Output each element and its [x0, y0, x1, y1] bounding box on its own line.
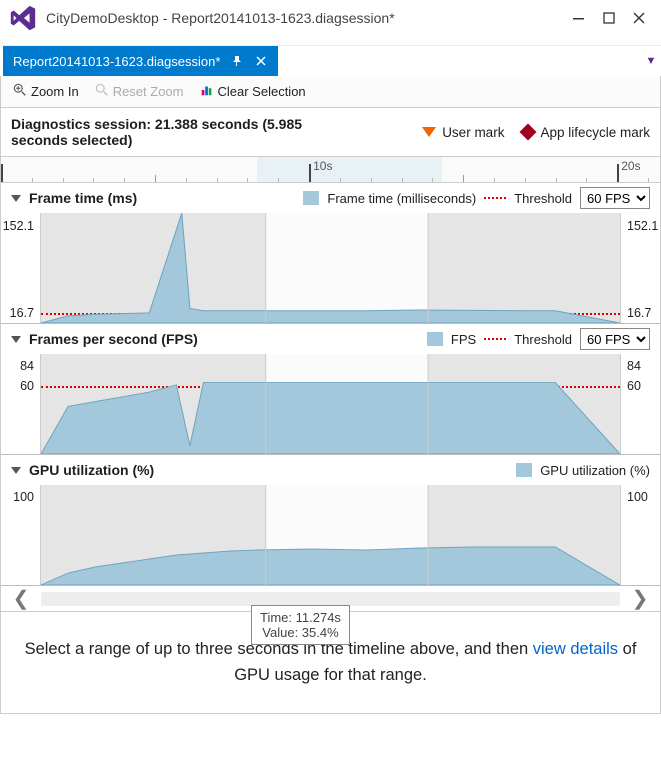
document-tab-row: Report20141013-1623.diagsession* ▼ — [0, 46, 661, 76]
zoom-in-button[interactable]: Zoom In — [9, 81, 83, 102]
minimize-button[interactable] — [565, 7, 593, 29]
timeline-ruler[interactable]: 10s20s — [1, 157, 660, 183]
tab-label: Report20141013-1623.diagsession* — [13, 54, 220, 69]
user-mark-label: User mark — [442, 125, 504, 140]
y-axis-right: 100 — [620, 485, 660, 585]
close-button[interactable] — [625, 7, 653, 29]
gpu-chart[interactable] — [41, 485, 620, 585]
panel-title: GPU utilization (%) — [29, 462, 154, 478]
lifecycle-mark-icon — [520, 124, 537, 141]
diagnostics-toolbar: Zoom In Reset Zoom Clear Selection — [0, 76, 661, 108]
fps-threshold-select[interactable]: 60 FPS — [580, 328, 650, 350]
session-info-row: Diagnostics session: 21.388 seconds (5.9… — [1, 108, 660, 157]
y-axis-left: 84 60 — [1, 354, 41, 454]
document-tab[interactable]: Report20141013-1623.diagsession* — [3, 46, 278, 76]
series-swatch — [303, 191, 319, 205]
hover-tooltip: Time: 11.274s Value: 35.4% — [251, 605, 350, 645]
threshold-swatch — [484, 338, 506, 340]
y-axis-left: 100 — [1, 485, 41, 585]
close-tab-icon[interactable] — [254, 54, 268, 68]
clear-selection-icon — [200, 83, 214, 100]
series-swatch — [516, 463, 532, 477]
y-axis-right: 84 60 — [620, 354, 660, 454]
threshold-swatch — [484, 197, 506, 199]
timeline-nav: ❮ ❯ Time: 11.274s Value: 35.4% — [1, 586, 660, 612]
fps-panel: Frames per second (FPS) FPS Threshold 60… — [1, 324, 660, 455]
reset-zoom-button: Reset Zoom — [91, 81, 188, 102]
gpu-panel: GPU utilization (%) GPU utilization (%) … — [1, 455, 660, 586]
fps-threshold-select[interactable]: 60 FPS — [580, 187, 650, 209]
series-swatch — [427, 332, 443, 346]
scrollbar-track[interactable] — [41, 592, 620, 606]
frame-time-chart[interactable] — [41, 213, 620, 323]
zoom-in-icon — [13, 83, 27, 100]
lifecycle-mark-label: App lifecycle mark — [540, 125, 650, 140]
session-text: Diagnostics session: 21.388 seconds (5.9… — [11, 116, 302, 148]
view-details-link[interactable]: view details — [533, 640, 618, 658]
fps-chart[interactable] — [41, 354, 620, 454]
collapse-icon[interactable] — [11, 336, 21, 343]
collapse-icon[interactable] — [11, 195, 21, 202]
reset-zoom-icon — [95, 83, 109, 100]
user-mark-icon — [422, 127, 436, 137]
pin-icon[interactable] — [230, 54, 244, 68]
menu-bar — [0, 36, 661, 46]
y-axis-right: 152.1 16.7 — [620, 213, 660, 323]
nav-right-icon[interactable]: ❯ — [620, 586, 660, 611]
tab-dropdown-icon[interactable]: ▼ — [641, 46, 661, 76]
frame-time-panel: Frame time (ms) Frame time (milliseconds… — [1, 183, 660, 324]
panel-title: Frame time (ms) — [29, 190, 137, 206]
y-axis-left: 152.1 16.7 — [1, 213, 41, 323]
collapse-icon[interactable] — [11, 467, 21, 474]
vs-logo-icon — [8, 5, 38, 31]
panel-title: Frames per second (FPS) — [29, 331, 198, 347]
nav-left-icon[interactable]: ❮ — [1, 586, 41, 611]
title-bar: CityDemoDesktop - Report20141013-1623.di… — [0, 0, 661, 36]
maximize-button[interactable] — [595, 7, 623, 29]
window-title: CityDemoDesktop - Report20141013-1623.di… — [46, 10, 565, 26]
diagnostics-content: Diagnostics session: 21.388 seconds (5.9… — [0, 108, 661, 714]
clear-selection-button[interactable]: Clear Selection — [196, 81, 310, 102]
